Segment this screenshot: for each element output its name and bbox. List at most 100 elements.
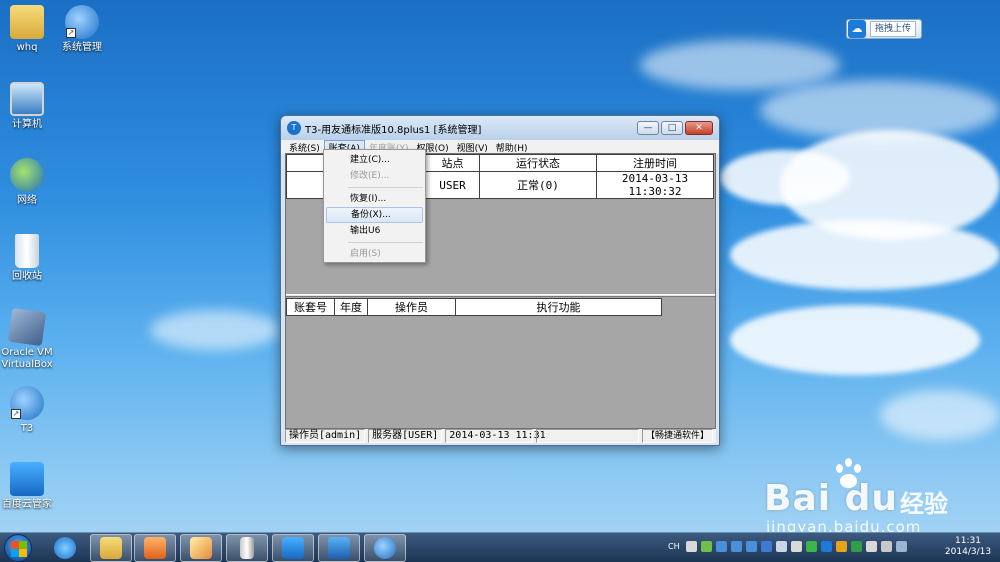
account-set-dropdown: 建立(C)... 修改(E)... 恢复(I)... 备份(X)... 输出U6…: [323, 149, 426, 263]
language-indicator[interactable]: CH: [668, 542, 680, 551]
taskbar-media-button[interactable]: [134, 534, 176, 562]
table-cell: USER: [425, 171, 480, 199]
desktop-icon-network[interactable]: 网络: [0, 158, 59, 207]
folder-icon: [100, 537, 122, 559]
t3-app-icon: ↗: [10, 386, 44, 420]
maxthon-icon: [328, 537, 350, 559]
menu-item-create[interactable]: 建立(C)...: [326, 152, 423, 168]
desktop-icon-label: 系统管理: [62, 42, 102, 53]
status-datetime: 2014-03-13 11:31: [445, 429, 546, 443]
maximize-button[interactable]: □: [661, 121, 683, 135]
window-title: T3-用友通标准版10.8plus1 [系统管理]: [305, 124, 482, 136]
shortcut-arrow-icon: ↗: [11, 409, 21, 419]
column-header-year[interactable]: 年度: [334, 298, 368, 316]
virtualbox-cube-icon: [7, 307, 47, 347]
menu-separator: [348, 242, 423, 243]
desktop-icon-label: T3: [20, 423, 34, 434]
menu-item-enable[interactable]: 启用(S): [326, 246, 423, 262]
t3-app-icon: T: [287, 121, 301, 135]
taskbar-explorer-button[interactable]: [90, 534, 132, 562]
clock-time: 11:31: [955, 536, 981, 546]
t-tray-icon[interactable]: [745, 541, 757, 552]
system-tray: CH: [668, 541, 911, 552]
desktop-icon-label: 计算机: [12, 119, 42, 130]
taskbar-server-button[interactable]: [226, 534, 268, 562]
table-cell: 正常(0): [479, 171, 597, 199]
clock-date: 2014/3/13: [944, 547, 992, 557]
computer-icon: [10, 82, 44, 116]
taskbar: CH 11:31 2014/3/13: [0, 532, 1000, 562]
server-icon: [240, 537, 254, 559]
column-header-site[interactable]: 站点: [425, 154, 480, 172]
watermark-brand: Bai du: [764, 478, 899, 519]
desktop-icon-t3[interactable]: ↗ T3: [0, 386, 59, 435]
desktop-icon-baidu-cloud[interactable]: 百度云管家: [0, 462, 59, 511]
taskbar-clock[interactable]: 11:31 2014/3/13: [940, 536, 996, 558]
status-empty: [536, 429, 639, 443]
table-header-row: 账套号 年度 操作员 执行功能: [286, 298, 662, 316]
taskbar-maxthon-button[interactable]: [318, 534, 360, 562]
status-server: 服务器[USER]: [368, 429, 443, 443]
pane-splitter[interactable]: [286, 294, 715, 297]
drag-upload-label: 拖拽上传: [870, 21, 917, 37]
keyboard-icon[interactable]: [685, 541, 697, 552]
column-header-function[interactable]: 执行功能: [455, 298, 662, 316]
desktop-icon-recycle-bin[interactable]: 回收站: [0, 234, 59, 283]
ie-icon: [54, 537, 76, 559]
desktop-icon-computer[interactable]: 计算机: [0, 82, 59, 131]
shortcut-arrow-icon: ↗: [66, 28, 76, 38]
desktop-icon-label: 百度云管家: [2, 499, 52, 510]
screen-tray-icon[interactable]: [865, 541, 877, 552]
status-operator: 操作员[admin]: [285, 429, 366, 443]
taskbar-paint-button[interactable]: [180, 534, 222, 562]
menu-system[interactable]: 系统(S): [285, 141, 324, 154]
column-header-account-no[interactable]: 账套号: [286, 298, 335, 316]
monitor-tray-icon[interactable]: [895, 541, 907, 552]
t3-app-icon: [374, 537, 396, 559]
column-header-operator[interactable]: 操作员: [367, 298, 456, 316]
menu-item-restore[interactable]: 恢复(I)...: [326, 191, 423, 207]
folder-icon: [10, 5, 44, 39]
volume-icon[interactable]: [790, 541, 802, 552]
desktop-icon-label: 回收站: [12, 271, 42, 282]
column-header-register-time[interactable]: 注册时间: [596, 154, 714, 172]
desktop-icon-label: Oracle VM VirtualBox: [1, 347, 53, 370]
column-header-status[interactable]: 运行状态: [479, 154, 597, 172]
media-player-icon: [144, 537, 166, 559]
drag-upload-widget[interactable]: ☁ 拖拽上传: [846, 19, 922, 39]
network-tray-icon[interactable]: [775, 541, 787, 552]
menu-help[interactable]: 帮助(H): [492, 141, 532, 154]
desktop-icon-system-manage[interactable]: ↗ 系统管理: [50, 5, 114, 54]
start-button[interactable]: [4, 534, 32, 562]
edit-tray-icon[interactable]: [700, 541, 712, 552]
table-cell: 2014-03-13 11:30:32: [596, 171, 714, 199]
taskbar-baidu-cloud-button[interactable]: [272, 534, 314, 562]
green-status-icon[interactable]: [805, 541, 817, 552]
minimize-button[interactable]: —: [637, 121, 659, 135]
close-button[interactable]: ✕: [685, 121, 713, 135]
m-tray-icon[interactable]: [835, 541, 847, 552]
shield-icon[interactable]: [760, 541, 772, 552]
menu-item-modify[interactable]: 修改(E)...: [326, 168, 423, 184]
watermark-jingyan: 经验: [900, 490, 948, 518]
paint-icon: [190, 537, 212, 559]
status-vendor: 【畅捷通软件】: [641, 429, 713, 443]
t3-app-icon: ↗: [65, 5, 99, 39]
desktop-icon-label: 网络: [17, 195, 37, 206]
taskbar-ie-button[interactable]: [44, 534, 86, 562]
refresh-tray-icon[interactable]: [850, 541, 862, 552]
network-globe-icon: [10, 158, 44, 192]
taskbar-t3-button[interactable]: [364, 534, 406, 562]
desktop-icon-virtualbox[interactable]: Oracle VM VirtualBox: [0, 307, 59, 371]
t-tray-icon[interactable]: [730, 541, 742, 552]
menu-view[interactable]: 视图(V): [453, 141, 492, 154]
baidu-cloud-icon: [282, 537, 304, 559]
cloud-tray-icon[interactable]: [820, 541, 832, 552]
window-titlebar[interactable]: T T3-用友通标准版10.8plus1 [系统管理] — □ ✕: [281, 116, 719, 140]
menu-item-export-u6[interactable]: 输出U6: [326, 223, 423, 239]
menu-separator: [348, 187, 423, 188]
flag-icon[interactable]: [880, 541, 892, 552]
menu-item-backup[interactable]: 备份(X)...: [326, 207, 423, 223]
baidu-cloud-icon: ☁: [848, 20, 866, 38]
t-tray-icon[interactable]: [715, 541, 727, 552]
